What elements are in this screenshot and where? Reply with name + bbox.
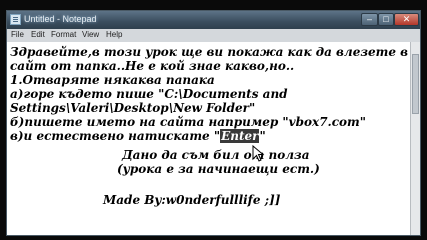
scrollbar-thumb[interactable] (412, 54, 419, 114)
text-line: в)и естествено натискате "Enter" (10, 129, 266, 143)
text-fragment: в)и естествено натискате " (10, 129, 221, 143)
menu-format[interactable]: Format (51, 30, 76, 39)
minimize-button[interactable]: – (361, 13, 378, 26)
menu-edit[interactable]: Edit (31, 30, 45, 39)
text-line: Дано да съм бил от полза (122, 148, 310, 162)
menu-view[interactable]: View (82, 30, 99, 39)
text-line: 1.Отваряте някаква папака (10, 73, 215, 87)
selected-text: Enter (220, 129, 260, 143)
text-line: Здравейте,в този урок ще ви покажа как д… (10, 45, 409, 59)
text-line: Settings\Valeri\Desktop\New Folder" (10, 101, 256, 115)
menu-help[interactable]: Help (106, 30, 122, 39)
text-line: а)горе където пише "C:\Documents and (10, 87, 288, 101)
menu-file[interactable]: File (11, 30, 24, 39)
maximize-button[interactable]: □ (378, 13, 394, 26)
vertical-scrollbar[interactable] (410, 42, 420, 235)
text-fragment: " (259, 129, 266, 143)
menu-bar: File Edit Format View Help (7, 29, 420, 42)
mouse-cursor-icon (252, 145, 265, 162)
text-line: Made By:w0nderfulllife ;]] (103, 193, 281, 207)
close-button[interactable]: ✕ (394, 13, 419, 26)
window-title: Untitled - Notepad (24, 14, 97, 24)
text-line: б)пишете името на сайта например "vbox7.… (10, 115, 366, 129)
notepad-window: Untitled - Notepad – □ ✕ File Edit Forma… (6, 10, 421, 236)
title-bar[interactable]: Untitled - Notepad – □ ✕ (7, 11, 420, 29)
text-line: сайт от папка..Не е кой знае какво,но.. (10, 59, 295, 73)
notepad-icon (10, 14, 21, 25)
text-line: (урока е за начинаещи ест.) (117, 162, 320, 176)
text-editor[interactable]: Здравейте,в този урок ще ви покажа как д… (7, 42, 410, 235)
screen: Untitled - Notepad – □ ✕ File Edit Forma… (0, 0, 427, 240)
